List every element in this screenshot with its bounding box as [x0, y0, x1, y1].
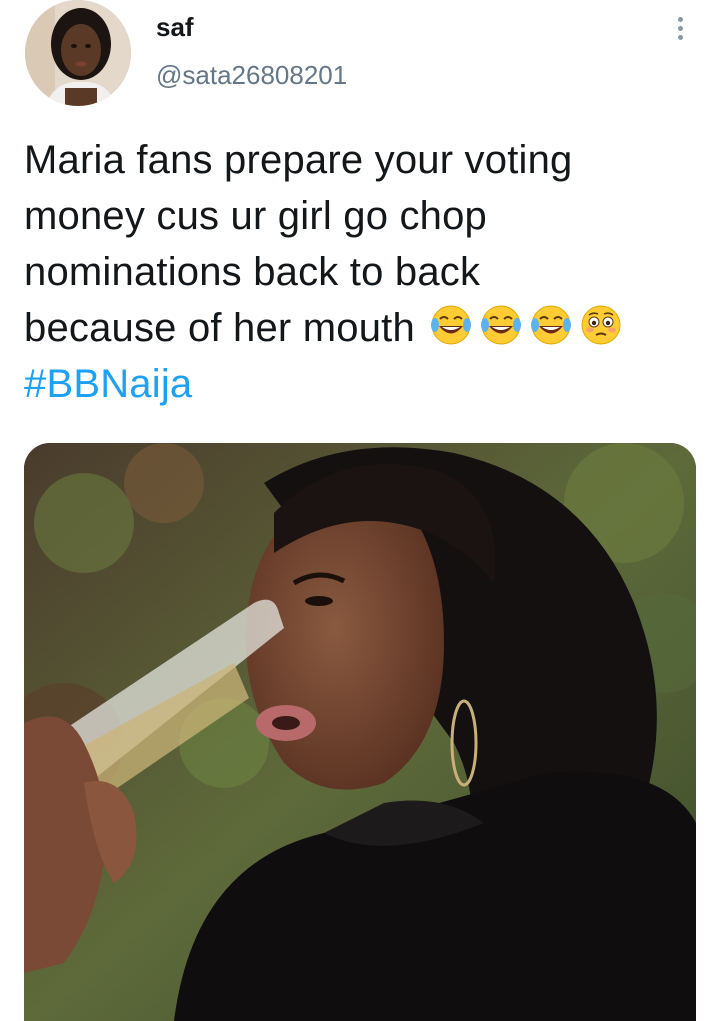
profile-photo-icon [25, 0, 131, 106]
author-handle[interactable]: @sata26808201 [156, 60, 347, 91]
tweet-text-line: money cus ur girl go chop [24, 194, 488, 238]
tweet-card[interactable]: saf @sata26808201 Maria fans prepare you… [0, 0, 720, 1021]
tears-of-joy-emoji-icon [430, 305, 471, 345]
hashtag-link[interactable]: #BBNaija [24, 362, 192, 406]
hashtag-line: #BBNaija [24, 356, 704, 412]
tweet-text-line: because of her mouth [24, 306, 415, 350]
photo-woman-drinking-icon [24, 443, 696, 1021]
tears-of-joy-emoji-icon [530, 305, 571, 345]
avatar[interactable] [25, 0, 131, 106]
tweet-text-line: Maria fans prepare your voting [24, 138, 573, 182]
more-options-button[interactable] [664, 10, 696, 46]
more-vertical-icon [677, 16, 683, 22]
more-vertical-icon-dot-3 [677, 34, 683, 40]
tears-of-joy-emoji-icon [480, 305, 521, 345]
more-vertical-icon-dot-2 [677, 25, 683, 31]
tweet-text: Maria fans prepare your voting money cus… [24, 132, 704, 412]
tweet-media-photo[interactable] [24, 443, 696, 1021]
tweet-text-line-with-emojis: because of her mouth [24, 300, 704, 356]
flushed-face-emoji-icon [581, 305, 621, 345]
author-display-name[interactable]: saf [156, 12, 194, 43]
tweet-text-line: nominations back to back [24, 250, 481, 294]
